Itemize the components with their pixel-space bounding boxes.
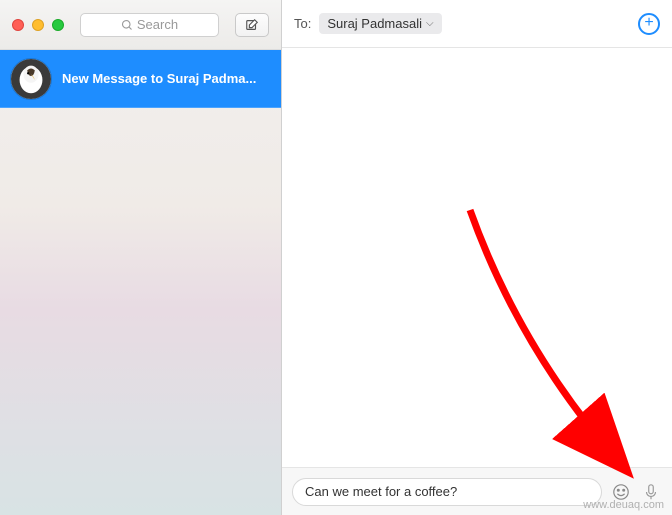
message-area [282,48,672,467]
compose-button[interactable] [235,13,269,37]
maximize-window-button[interactable] [52,19,64,31]
avatar [10,58,52,100]
plus-icon: + [644,15,653,31]
search-input[interactable]: Search [80,13,219,37]
window-controls [12,19,64,31]
minimize-window-button[interactable] [32,19,44,31]
message-input[interactable]: Can we meet for a coffee? [292,478,602,506]
header-bar: To: Suraj Padmasali ⌵ + [282,0,672,48]
chevron-down-icon: ⌵ [426,18,434,29]
search-icon [121,19,133,31]
details-button[interactable]: + [638,13,660,35]
close-window-button[interactable] [12,19,24,31]
conversation-title: New Message to Suraj Padma... [62,71,256,86]
recipient-name: Suraj Padmasali [327,16,422,31]
compose-icon [245,18,259,32]
microphone-icon [642,483,660,501]
search-placeholder: Search [137,17,178,32]
recipient-chip[interactable]: Suraj Padmasali ⌵ [319,13,441,34]
emoji-button[interactable] [610,481,632,503]
microphone-button[interactable] [640,481,662,503]
message-value: Can we meet for a coffee? [305,484,457,499]
search-wrap: Search [80,13,219,37]
titlebar: Search [0,0,281,50]
to-label: To: [294,16,311,31]
smiley-icon [612,483,630,501]
main-panel: To: Suraj Padmasali ⌵ + Can we meet for … [282,0,672,515]
compose-bar: Can we meet for a coffee? [282,467,672,515]
sidebar: Search New Message to Suraj Padma... [0,0,282,515]
conversation-item[interactable]: New Message to Suraj Padma... [0,50,281,108]
